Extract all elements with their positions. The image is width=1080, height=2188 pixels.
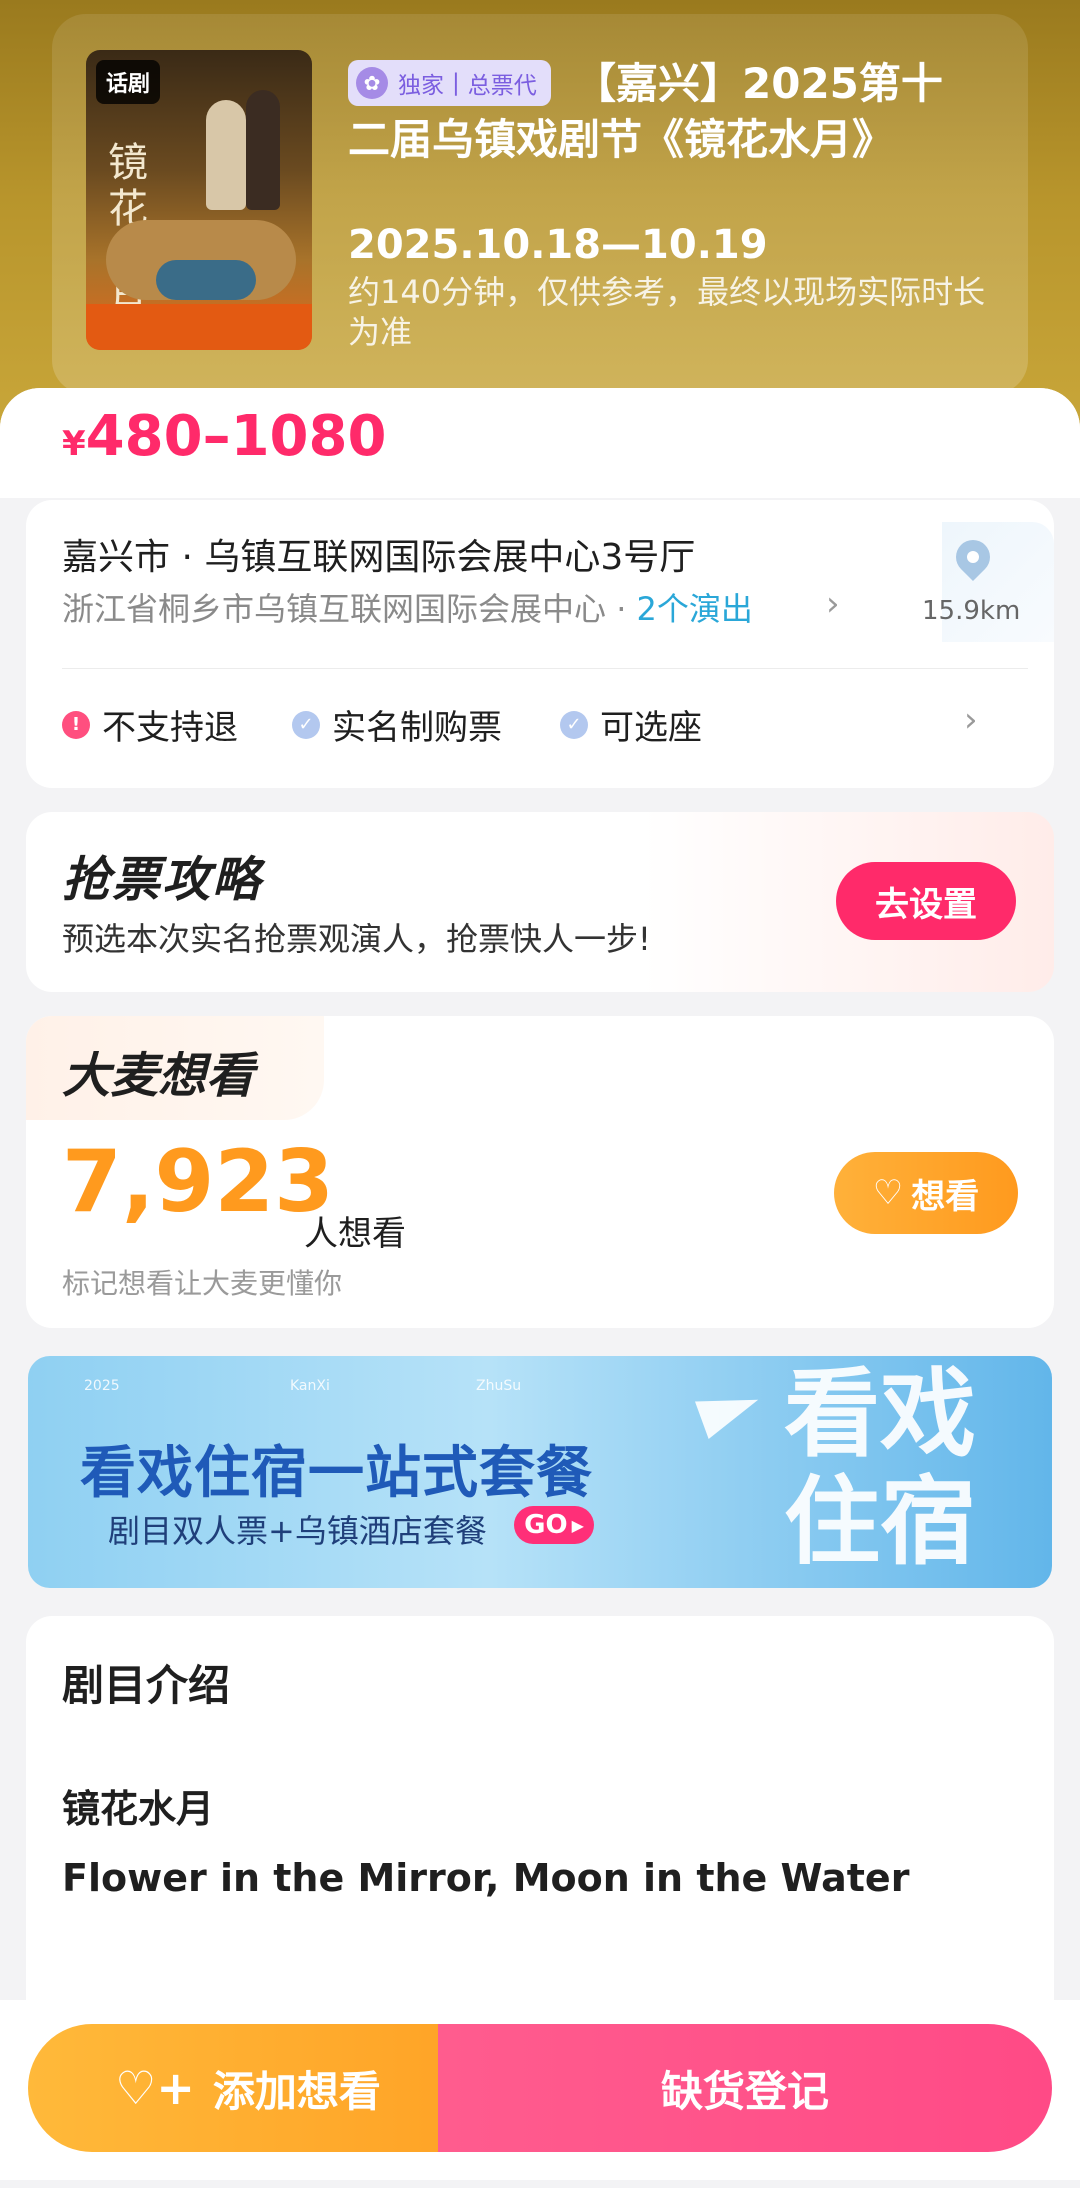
intro-english-title: Flower in the Mirror, Moon in the Water (62, 1856, 910, 1900)
banner-meta: 2025 (84, 1378, 120, 1394)
want-count: 7,923 (62, 1132, 335, 1232)
want-hint: 标记想看让大麦更懂你 (62, 1267, 343, 1300)
banner-subtitle: 剧目双人票+乌镇酒店套餐 (108, 1512, 487, 1550)
stock-register-button[interactable]: 缺货登记 (438, 2024, 1052, 2152)
want-button-label: 想看 (911, 1176, 980, 1217)
event-date: 2025.10.18—10.19 (348, 222, 768, 268)
intro-heading: 剧目介绍 (62, 1661, 231, 1710)
add-want-label: 添加想看 (212, 2066, 381, 2116)
play-icon: ▶ (571, 1515, 584, 1535)
heart-plus-icon: ♡ (872, 1173, 904, 1213)
poster-tag: 话剧 (96, 60, 161, 104)
banner-big-text: 看戏住宿 (784, 1358, 976, 1578)
poster-footer (86, 304, 312, 350)
warning-icon: ! (62, 710, 90, 739)
go-setting-button[interactable]: 去设置 (836, 862, 1016, 940)
banner-go-button[interactable]: GO ▶ (514, 1506, 594, 1544)
poster-figure (246, 90, 280, 210)
policy-label: 可选座 (600, 708, 702, 748)
price-value: 480–1080 (85, 404, 387, 469)
chevron-right-icon[interactable]: › (964, 700, 978, 740)
heart-plus-icon: ♡+ (115, 2061, 195, 2115)
banner-meta: KanXi (290, 1378, 330, 1394)
check-icon: ✓ (292, 710, 320, 739)
venue-address-text: 浙江省桐乡市乌镇互联网国际会展中心 (62, 590, 607, 628)
event-duration: 约140分钟，仅供参考，最终以现场实际时长为准 (348, 273, 986, 351)
go-label: GO (524, 1510, 568, 1540)
poster-deco (156, 260, 256, 300)
intro-name: 镜花水月 (62, 1787, 215, 1831)
want-label: 大麦想看 (62, 1048, 255, 1104)
policy-real-name: ✓ 实名制购票 (292, 700, 502, 749)
want-unit: 人想看 (304, 1214, 406, 1254)
divider (62, 668, 1028, 669)
poster-image[interactable]: 话剧 镜花水月 (86, 50, 312, 350)
venue-city[interactable]: 嘉兴市 · 乌镇互联网国际会展中心3号厅 (62, 528, 695, 580)
policy-no-refund: ! 不支持退 (62, 700, 238, 749)
grab-desc: 预选本次实名抢票观演人，抢票快人一步! (62, 920, 651, 958)
price-currency: ¥ (62, 424, 86, 464)
price-range: ¥480–1080 (62, 404, 386, 469)
venue-shows-link[interactable]: 2个演出 (637, 590, 753, 628)
want-button[interactable]: ♡ 想看 (834, 1152, 1018, 1234)
add-want-button[interactable]: ♡+ 添加想看 (28, 2024, 468, 2152)
event-title: 【嘉兴】2025第十二届乌镇戏剧节《镜花水月》 (348, 59, 943, 164)
banner-meta: ZhuSu (476, 1378, 522, 1394)
check-icon: ✓ (560, 710, 588, 739)
policy-seat-select: ✓ 可选座 (560, 700, 702, 749)
venue-dot: · (606, 590, 637, 628)
distance-label: 15.9km (922, 596, 1021, 626)
policy-label: 实名制购票 (332, 708, 502, 748)
grab-title: 抢票攻略 (62, 852, 263, 908)
poster-figure (206, 100, 246, 210)
venue-address[interactable]: 浙江省桐乡市乌镇互联网国际会展中心 · 2个演出 (62, 584, 753, 630)
policy-label: 不支持退 (102, 708, 238, 748)
chevron-right-icon: › (826, 584, 840, 624)
banner-title: 看戏住宿一站式套餐 (80, 1441, 593, 1506)
